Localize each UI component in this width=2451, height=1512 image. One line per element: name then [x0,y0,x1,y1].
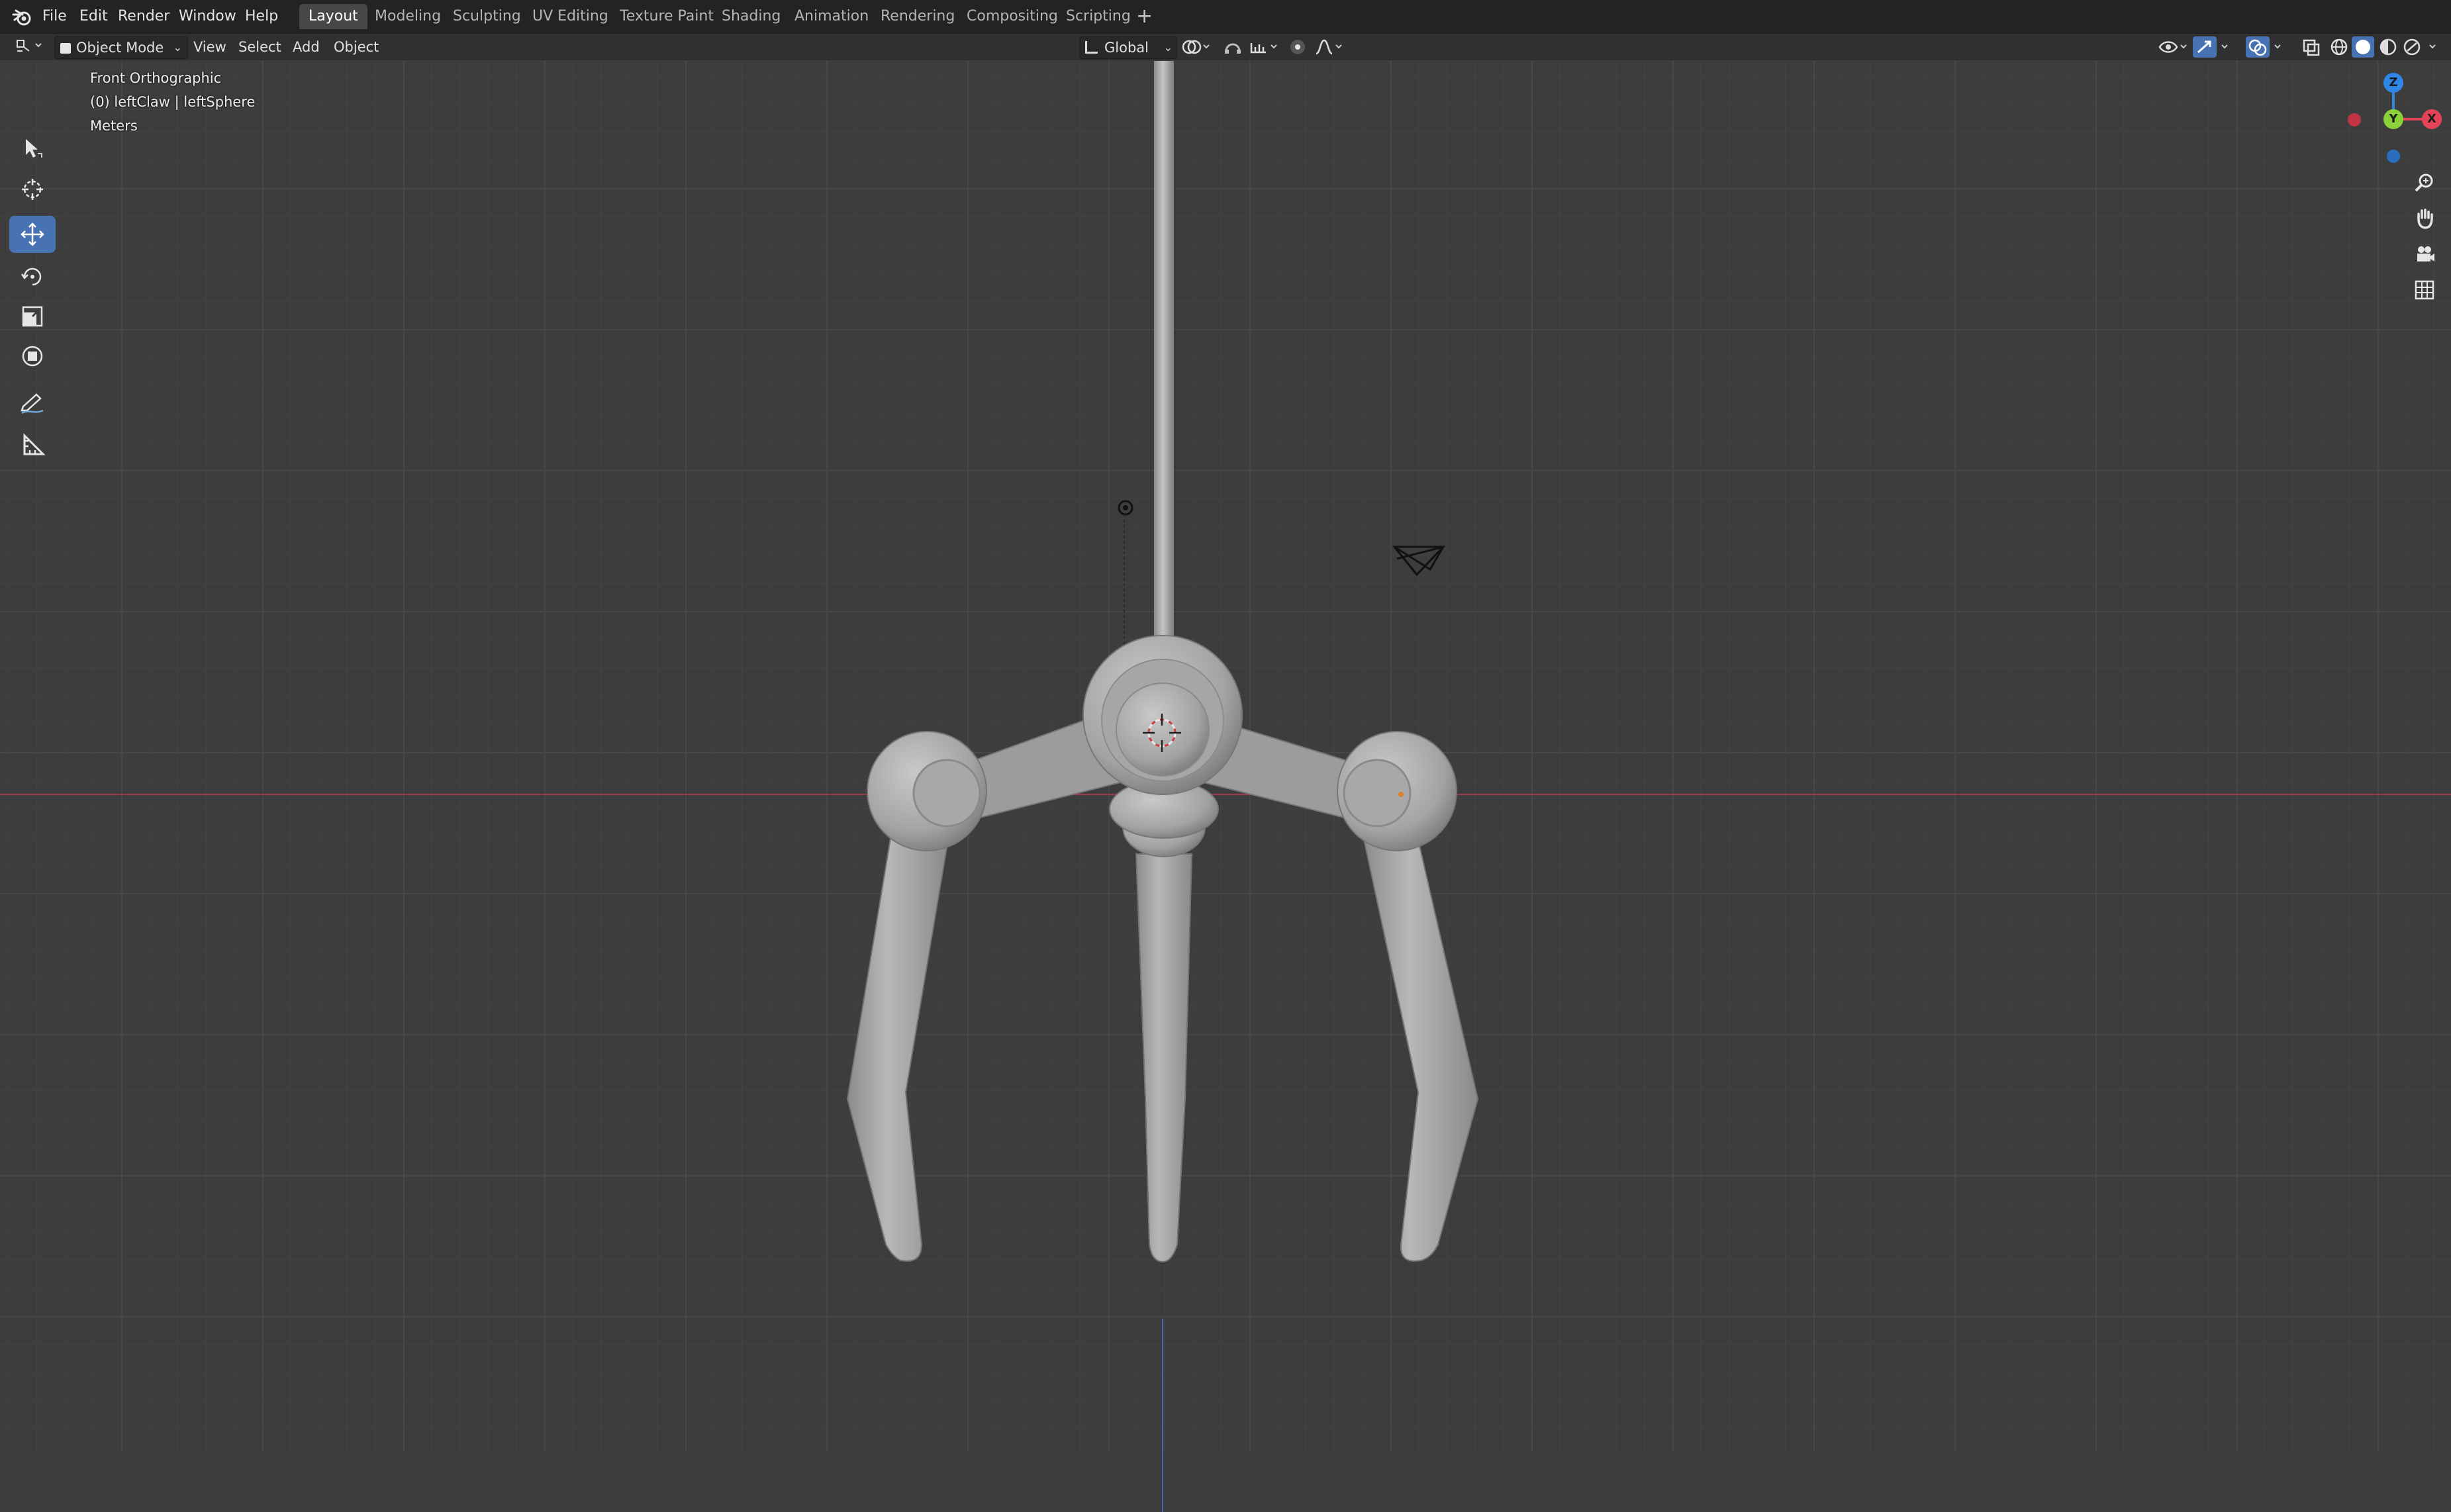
overlays-icon [2248,39,2267,56]
rod[interactable] [1154,61,1174,657]
gizmo-negative-x[interactable] [2348,113,2361,126]
view-name: Front Orthographic [90,70,222,86]
pan-button[interactable] [2407,201,2442,236]
transform-tool[interactable] [9,338,56,375]
menu-select[interactable]: Select [233,36,287,58]
gizmo-arrow-icon [2197,40,2211,54]
cursor-tool[interactable] [9,171,56,208]
3d-viewport[interactable]: Front Orthographic (0) leftClaw | leftSp… [0,61,2451,1512]
transform-icon [22,346,43,367]
falloff-curve-icon[interactable] [1314,38,1347,56]
rendered-shading-icon[interactable] [2401,38,2423,56]
blender-logo-icon[interactable] [12,7,33,28]
units-label: Meters [90,118,138,134]
move-tool[interactable] [9,216,56,253]
tab-compositing[interactable]: Compositing [957,4,1067,29]
chevron-down-icon[interactable] [2425,38,2444,56]
orientation-label: Global [1104,40,1149,56]
menu-help[interactable]: Help [241,5,282,28]
camera-view-button[interactable] [2407,237,2442,271]
scale-icon [22,306,43,327]
chevron-down-icon: ⌄ [173,41,182,54]
menu-file[interactable]: File [38,5,71,28]
gizmo-y-axis[interactable]: Y [2383,109,2403,129]
camera-icon [2417,246,2434,261]
mode-label: Object Mode [76,40,164,56]
camera-object[interactable] [1392,545,1446,577]
menu-object[interactable]: Object [328,36,384,58]
right-claw[interactable] [1198,714,1479,1262]
tab-uv-editing[interactable]: UV Editing [523,4,618,29]
menu-window[interactable]: Window [175,5,240,28]
left-claw[interactable] [846,714,1127,1262]
measure-tool[interactable] [9,426,56,463]
orientation-selector[interactable]: Global ⌄ [1079,36,1177,59]
add-workspace-button[interactable]: + [1136,4,1153,29]
crosshair-cursor-icon [22,179,43,200]
menu-add[interactable]: Add [287,36,325,58]
wireframe-shading-icon[interactable] [2328,38,2350,56]
tab-shading[interactable]: Shading [712,4,790,29]
xray-toggle-icon[interactable] [2300,38,2323,56]
orientation-axes-icon [1085,41,1098,54]
top-bar: File Edit Render Window Help Layout Mode… [0,0,2451,34]
scale-tool[interactable] [9,298,56,335]
solid-shading-button[interactable] [2352,36,2374,58]
move-arrows-icon [21,222,44,246]
tab-layout[interactable]: Layout [299,4,367,29]
annotate-tool[interactable] [9,384,56,421]
tab-texture-paint[interactable]: Texture Paint [610,4,723,29]
select-box-tool[interactable] [9,130,56,167]
gizmo-negative-z[interactable] [2387,150,2400,163]
object-mode-icon [60,43,71,54]
chevron-down-icon[interactable] [2271,38,2287,56]
solid-shading-icon [2356,40,2370,54]
proportional-editing-icon[interactable] [1286,38,1310,56]
material-preview-icon[interactable] [2377,38,2399,56]
tab-scripting[interactable]: Scripting [1057,4,1140,29]
gizmo-toggle-button[interactable] [2193,36,2217,58]
middle-claw[interactable] [1109,779,1219,1263]
overlays-toggle-button[interactable] [2246,36,2270,58]
snap-toggle-icon[interactable] [1221,38,1245,56]
grid-icon [2415,280,2434,300]
tab-animation[interactable]: Animation [785,4,878,29]
zoom-button[interactable] [2407,165,2442,200]
tab-rendering[interactable]: Rendering [871,4,964,29]
zoom-magnifier-icon [2415,173,2433,192]
measure-ruler-icon [23,433,46,455]
hand-icon [2417,209,2433,229]
gizmo-x-axis[interactable]: X [2422,109,2442,129]
snap-target-icon[interactable] [1249,38,1282,56]
select-cursor-icon [26,139,42,158]
annotate-pencil-icon [21,393,44,414]
rotate-tool[interactable] [9,258,56,295]
scene-canvas [846,61,1479,1263]
visibility-icon[interactable] [2157,38,2190,56]
chevron-down-icon[interactable] [2218,38,2234,56]
viewport-header: Object Mode ⌄ View Select Add Object Glob… [0,34,2451,60]
selection-info: (0) leftClaw | leftSphere [90,94,256,110]
tab-modeling[interactable]: Modeling [365,4,450,29]
tab-sculpting[interactable]: Sculpting [444,4,530,29]
mode-selector[interactable]: Object Mode ⌄ [54,36,188,59]
editor-type-icon [17,40,42,52]
menu-render[interactable]: Render [114,5,173,28]
chevron-down-icon: ⌄ [1163,41,1173,54]
gizmo-z-axis[interactable]: Z [2383,73,2403,93]
menu-view[interactable]: View [188,36,232,58]
perspective-toggle-button[interactable] [2407,273,2442,307]
editor-type-button[interactable] [9,36,53,58]
rotate-icon [21,267,42,286]
pivot-point-icon[interactable] [1180,38,1213,56]
menu-edit[interactable]: Edit [75,5,112,28]
